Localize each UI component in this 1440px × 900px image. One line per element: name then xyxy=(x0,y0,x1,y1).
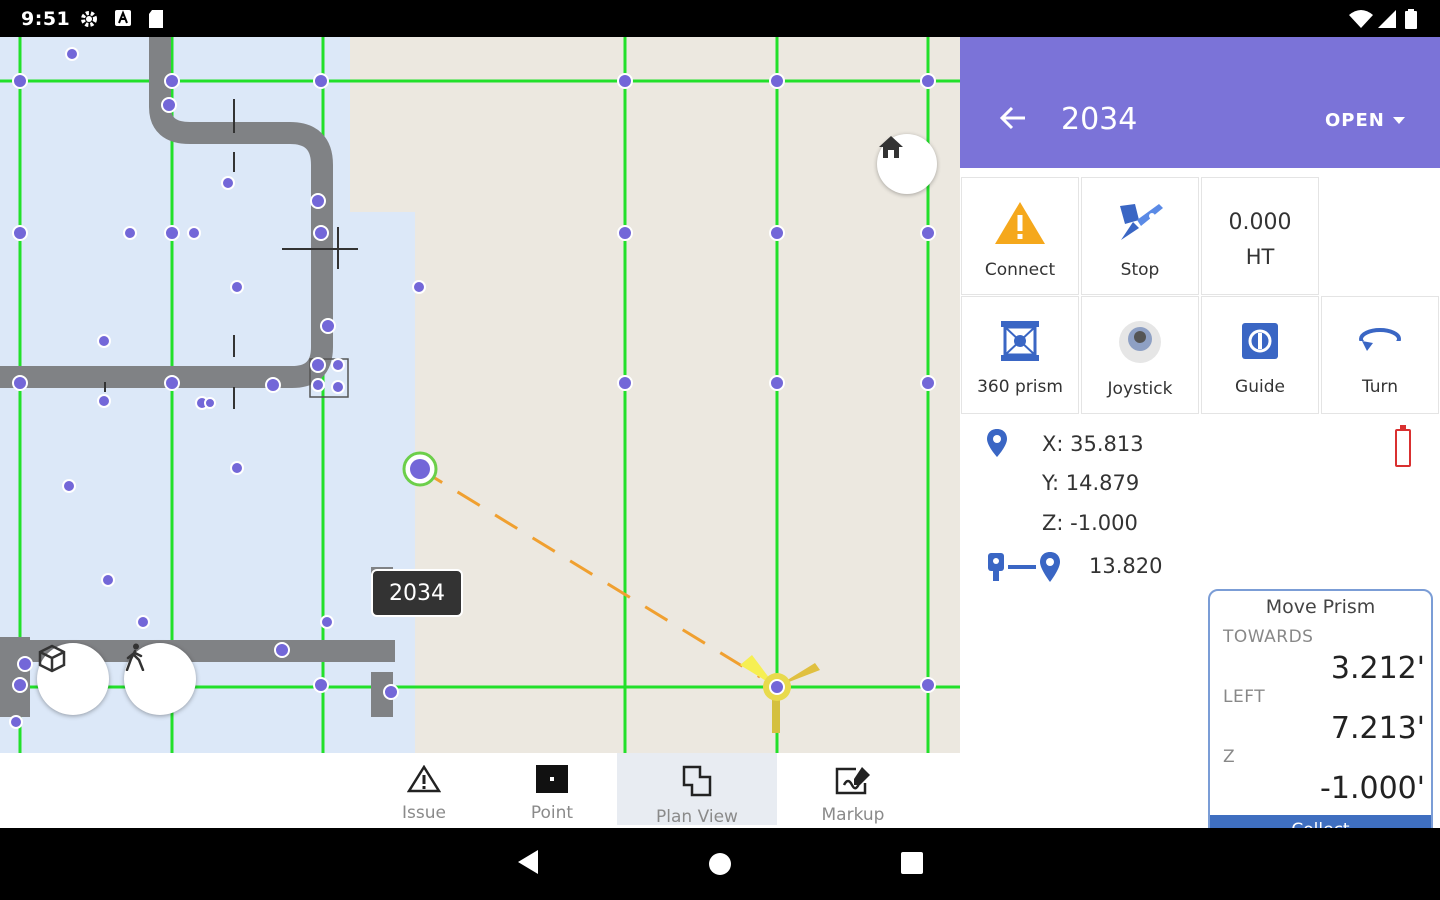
collect-button[interactable]: Collect xyxy=(1210,815,1431,828)
location-pin-icon xyxy=(986,428,1008,462)
point-detail-panel: 2034 OPEN Connect Stop 0.000 HT 360 pris… xyxy=(960,37,1440,828)
ht-label: HT xyxy=(1245,245,1275,269)
move-prism-card: Move Prism TOWARDS 3.212' LEFT 7.213' Z … xyxy=(1208,589,1433,828)
move-prism-title: Move Prism xyxy=(1265,596,1376,618)
coord-z: Z: -1.000 xyxy=(1042,511,1138,535)
system-nav-bar xyxy=(0,828,1440,900)
guide-label: Guide xyxy=(1235,377,1285,397)
collect-label: Collect xyxy=(1291,820,1349,828)
plan-map[interactable]: 2034 xyxy=(0,37,960,753)
turn-icon xyxy=(1357,319,1403,367)
stop-instrument-icon xyxy=(1115,200,1165,250)
app-screen: 9:51 2034 Issue Point Plan View Markup 2… xyxy=(0,0,1440,900)
warning-icon xyxy=(993,200,1047,250)
markup-icon xyxy=(834,765,872,799)
point-square-icon xyxy=(535,765,569,797)
panel-title: 2034 xyxy=(1061,102,1138,137)
stop-label: Stop xyxy=(1120,260,1160,280)
tab-markup[interactable]: Markup xyxy=(773,753,933,825)
arrow-left-icon[interactable] xyxy=(998,103,1028,137)
home-button[interactable] xyxy=(877,134,937,194)
joystick-button[interactable]: Joystick xyxy=(1081,296,1199,414)
status-time: 9:51 xyxy=(21,8,71,30)
walk-mode-button[interactable] xyxy=(124,643,196,715)
point-tag-label: 2034 xyxy=(389,580,445,606)
status-bar: 9:51 xyxy=(0,0,1440,37)
joystick-label: Joystick xyxy=(1107,379,1173,399)
bottom-toolbar: Issue Point Plan View Markup xyxy=(0,753,960,828)
guide-icon xyxy=(1239,319,1281,367)
z-label: Z xyxy=(1223,747,1236,767)
tab-markup-label: Markup xyxy=(821,805,885,825)
turn-label: Turn xyxy=(1361,377,1399,397)
plan-view-icon xyxy=(680,765,714,801)
tab-point[interactable]: Point xyxy=(472,753,632,825)
stop-button[interactable]: Stop xyxy=(1081,177,1199,295)
joystick-icon xyxy=(1117,319,1163,369)
connect-button[interactable]: Connect xyxy=(961,177,1079,295)
connect-label: Connect xyxy=(984,260,1056,280)
device-battery-icon xyxy=(1395,425,1411,467)
z-value: -1.000' xyxy=(1320,771,1425,806)
tab-plan-view[interactable]: Plan View xyxy=(617,753,777,827)
turn-button[interactable]: Turn xyxy=(1321,296,1439,414)
prism-360-icon xyxy=(999,319,1041,367)
ht-button[interactable]: 0.000 HT xyxy=(1201,177,1319,295)
distance-value: 13.820 xyxy=(1089,554,1163,578)
guide-button[interactable]: Guide xyxy=(1201,296,1319,414)
back-nav-icon[interactable] xyxy=(516,848,540,880)
towards-label: TOWARDS xyxy=(1223,627,1314,647)
tab-issue-label: Issue xyxy=(402,803,446,823)
prism-360-label: 360 prism xyxy=(977,377,1063,397)
left-label: LEFT xyxy=(1223,687,1266,707)
coord-x: X: 35.813 xyxy=(1042,432,1144,456)
panel-header: 2034 OPEN xyxy=(960,37,1440,168)
home-nav-icon[interactable] xyxy=(708,852,732,880)
tab-point-label: Point xyxy=(530,803,574,823)
wifi-icon xyxy=(1349,9,1373,29)
left-value: 7.213' xyxy=(1330,711,1425,746)
3d-view-button[interactable] xyxy=(37,643,109,715)
coord-y: Y: 14.879 xyxy=(1042,471,1140,495)
signal-icon xyxy=(1377,9,1397,29)
notification-a-icon xyxy=(114,9,134,29)
chevron-down-icon[interactable] xyxy=(1393,117,1405,124)
warning-triangle-icon xyxy=(406,764,442,797)
towards-value: 3.212' xyxy=(1330,651,1425,686)
sd-card-icon xyxy=(147,9,167,29)
battery-icon xyxy=(1405,9,1425,29)
ht-value: 0.000 xyxy=(1228,210,1292,235)
status-dropdown[interactable]: OPEN xyxy=(1325,110,1385,131)
prism-360-button[interactable]: 360 prism xyxy=(961,296,1079,414)
gear-icon xyxy=(79,9,99,29)
distance-icon xyxy=(986,551,1064,587)
point-tag[interactable]: 2034 xyxy=(371,569,463,617)
recents-nav-icon[interactable] xyxy=(901,852,923,878)
tab-plan-view-label: Plan View xyxy=(656,807,738,827)
instrument-marker xyxy=(740,655,820,733)
